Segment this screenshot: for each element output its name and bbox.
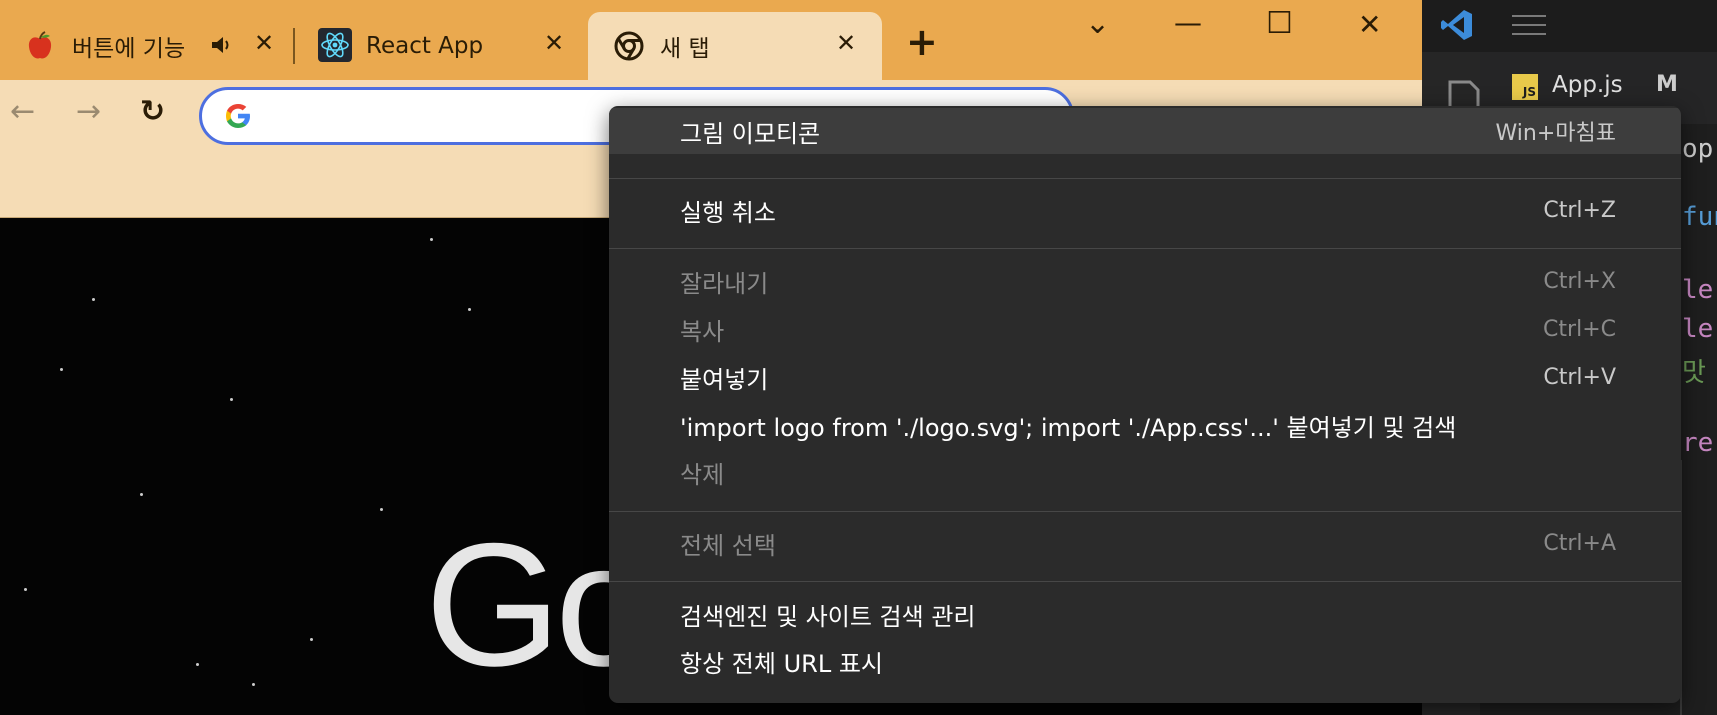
- tab-separator: [293, 28, 295, 64]
- forward-button[interactable]: →: [76, 94, 101, 129]
- google-g-icon: [226, 104, 250, 128]
- reload-button[interactable]: ↻: [140, 94, 165, 129]
- menu-item-label: 그림 이모티콘: [680, 119, 821, 148]
- menu-separator: [609, 248, 1681, 249]
- star: [230, 398, 233, 401]
- menu-item-shortcut: Ctrl+Z: [1543, 197, 1616, 223]
- menu-item-shortcut: Win+마침표: [1495, 121, 1616, 146]
- menu-item-select-all[interactable]: 전체 선택 Ctrl+A: [609, 520, 1681, 566]
- new-tab-button[interactable]: +: [906, 20, 938, 64]
- menu-item-shortcut: Ctrl+X: [1543, 268, 1616, 294]
- maximize-button[interactable]: ☐: [1266, 6, 1293, 41]
- tab-title: 새 탭: [660, 36, 710, 62]
- menu-separator: [609, 511, 1681, 512]
- menu-item-label: 잘라내기: [680, 269, 769, 298]
- menu-item-cut[interactable]: 잘라내기 Ctrl+X: [609, 258, 1681, 304]
- star: [92, 298, 95, 301]
- tab-search-icon[interactable]: ⌄: [1085, 6, 1110, 41]
- menu-item-show-full-url[interactable]: 항상 전체 URL 표시: [609, 638, 1681, 684]
- star: [140, 493, 143, 496]
- menu-item-paste-and-search[interactable]: 'import logo from './logo.svg'; import '…: [609, 402, 1681, 448]
- star: [252, 683, 255, 686]
- editor-tab-label: App.js: [1552, 72, 1623, 98]
- menu-separator: [609, 178, 1681, 179]
- minimize-button[interactable]: —: [1174, 6, 1202, 39]
- star: [430, 238, 433, 241]
- menu-item-paste[interactable]: 붙여넣기 Ctrl+V: [609, 354, 1681, 400]
- code-fragment: le: [1682, 314, 1714, 344]
- code-fragment: op.j: [1682, 134, 1717, 164]
- menu-item-label: 검색엔진 및 사이트 검색 관리: [680, 602, 976, 631]
- menu-item-label: 붙여넣기: [680, 365, 769, 394]
- menu-item-delete[interactable]: 삭제: [609, 449, 1681, 495]
- modified-badge: M: [1656, 72, 1678, 97]
- close-tab-icon[interactable]: ✕: [254, 29, 274, 57]
- star: [468, 308, 471, 311]
- tab-strip: 버튼에 기능 ✕ React App ✕ 새 탭 ✕ + ⌄ — ☐ ✕: [0, 0, 1422, 80]
- js-file-icon: JS: [1512, 74, 1538, 100]
- vscode-logo-icon: [1441, 10, 1472, 40]
- menu-item-label: 삭제: [680, 460, 725, 489]
- chrome-favicon-icon: [614, 31, 644, 61]
- speaker-icon[interactable]: [210, 35, 232, 55]
- context-menu: 그림 이모티콘 Win+마침표 실행 취소 Ctrl+Z 잘라내기 Ctrl+X…: [609, 106, 1681, 703]
- back-button[interactable]: ←: [10, 94, 35, 129]
- menu-item-label: 실행 취소: [680, 198, 776, 227]
- tab-button-react-app[interactable]: React App ✕: [306, 12, 576, 80]
- menu-item-shortcut: Ctrl+C: [1543, 316, 1616, 342]
- menu-item-manage-search-engines[interactable]: 검색엔진 및 사이트 검색 관리: [609, 591, 1681, 637]
- menu-item-emoji[interactable]: 그림 이모티콘 Win+마침표: [609, 108, 1681, 154]
- tab-title: 버튼에 기능: [72, 36, 186, 62]
- menu-item-label: 전체 선택: [680, 531, 776, 560]
- react-favicon-icon: [318, 28, 352, 62]
- apple-favicon-icon: [28, 31, 52, 59]
- menu-item-label: 복사: [680, 317, 725, 346]
- star: [380, 508, 383, 511]
- code-fragment: func: [1682, 202, 1717, 232]
- vscode-titlebar: [1422, 0, 1717, 52]
- star: [196, 663, 199, 666]
- code-fragment: le: [1682, 275, 1714, 305]
- close-tab-icon[interactable]: ✕: [836, 29, 856, 57]
- menu-separator: [609, 581, 1681, 582]
- menu-item-undo[interactable]: 실행 취소 Ctrl+Z: [609, 187, 1681, 233]
- menu-item-shortcut: Ctrl+A: [1543, 530, 1616, 556]
- code-fragment: 맛: [1682, 358, 1706, 388]
- menu-item-shortcut: Ctrl+V: [1543, 364, 1616, 390]
- tab-title: React App: [366, 33, 484, 59]
- close-tab-icon[interactable]: ✕: [544, 29, 564, 57]
- menu-item-copy[interactable]: 복사 Ctrl+C: [609, 306, 1681, 352]
- star: [60, 368, 63, 371]
- star: [24, 588, 27, 591]
- star: [310, 638, 313, 641]
- close-window-button[interactable]: ✕: [1358, 8, 1381, 41]
- tab-button-feature[interactable]: 버튼에 기능 ✕: [14, 12, 292, 80]
- menu-item-label: 항상 전체 URL 표시: [680, 649, 883, 678]
- tab-button-new-tab[interactable]: 새 탭 ✕: [588, 12, 882, 80]
- code-fragment: re: [1682, 428, 1714, 458]
- menu-icon[interactable]: [1512, 14, 1546, 36]
- menu-item-label: 'import logo from './logo.svg'; import '…: [680, 413, 1457, 442]
